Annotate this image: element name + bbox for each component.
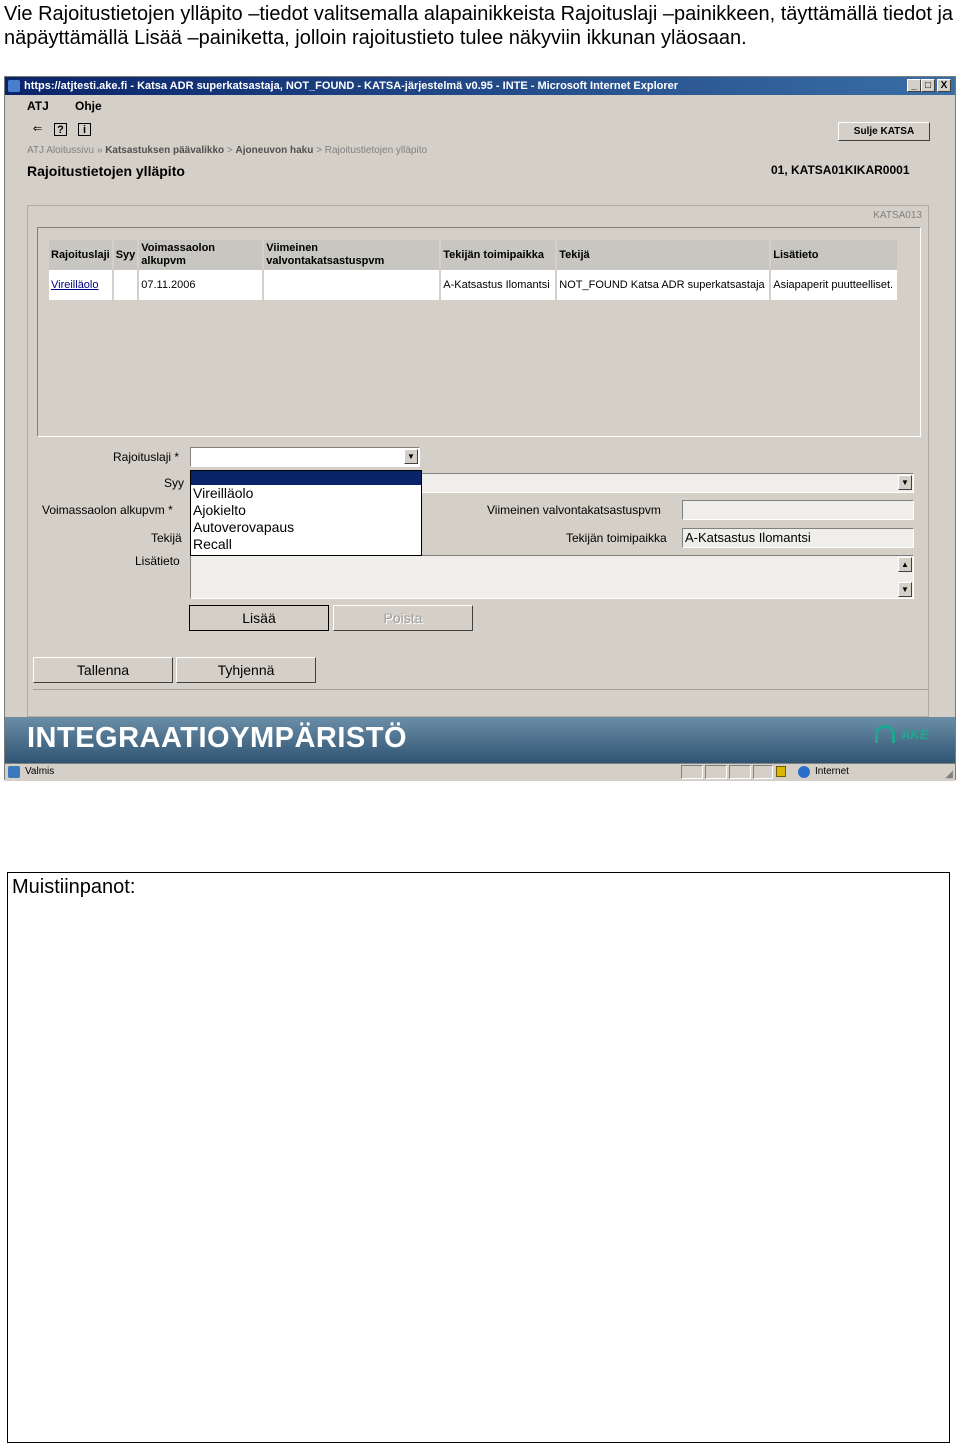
toimipaikka-label: Tekijän toimipaikka [566,531,667,545]
cell-alkupvm: 07.11.2006 [139,270,263,300]
lock-icon [776,766,786,777]
globe-icon [798,766,810,778]
cell-toimipaikka: A-Katsastus Ilomantsi [441,270,556,300]
chevron-down-icon[interactable]: ▼ [898,475,912,490]
col-header-syy: Syy [113,240,138,270]
cell-tekija: NOT_FOUND Katsa ADR superkatsastaja [557,270,770,300]
rajoituslaji-dropdown-list: Vireilläolo Ajokielto Autoverovapaus Rec… [190,470,422,556]
rajoituslaji-select[interactable]: ▼ [190,447,420,467]
cell-lisatieto: Asiapaperit puutteelliset. [771,270,898,300]
page-icon [8,766,20,778]
footer-banner: INTEGRAATIOYMPÄRISTÖ AKE [5,717,955,763]
toolbar: ⇐ ? i Sulje KATSA [5,119,955,143]
rajoituslaji-label: Rajoituslaji * [113,450,180,464]
dropdown-option-ajokielto[interactable]: Ajokielto [191,502,421,519]
menu-atj[interactable]: ATJ [27,99,49,113]
breadcrumb-separator: > [316,145,322,156]
user-info: 01, KATSA01KIKAR0001 [771,163,910,177]
poista-button[interactable]: Poista [333,605,473,631]
menu-ohje[interactable]: Ohje [75,99,102,113]
breadcrumb-item[interactable]: ATJ Aloitussivu [27,145,94,156]
back-arrow-icon[interactable]: ⇐ [31,123,44,136]
col-header-lisatieto: Lisätieto [771,240,898,270]
browser-window: https://atjtesti.ake.fi - Katsa ADR supe… [4,76,956,781]
status-bar: Valmis Internet ◢ [5,763,955,781]
zone-text: Internet [815,766,849,777]
help-icon[interactable]: ? [54,123,67,136]
ake-logo-text: AKE [901,727,929,742]
col-header-viimeinen: Viimeinen valvontakatsastuspvm [264,240,440,270]
cell-rajoituslaji[interactable]: Vireilläolo [49,270,112,300]
breadcrumb: ATJ Aloitussivu » Katsastuksen päävalikk… [27,145,427,156]
breadcrumb-item[interactable]: Katsastuksen päävalikko [105,145,224,156]
status-text: Valmis [25,766,55,777]
page-title: Rajoitustietojen ylläpito [27,163,185,179]
viimeinen-field[interactable] [682,500,914,520]
menu-bar: ATJ Ohje [5,96,955,116]
col-header-tekija: Tekijä [557,240,770,270]
instruction-text: Vie Rajoitustietojen ylläpito –tiedot va… [4,3,954,49]
breadcrumb-current: Rajoitustietojen ylläpito [324,145,428,156]
status-segment [729,765,751,779]
status-segment [705,765,727,779]
minimize-button[interactable]: _ [907,79,921,92]
table-row: Vireilläolo 07.11.2006 A-Katsastus Iloma… [49,270,898,300]
breadcrumb-item[interactable]: Ajoneuvon haku [236,145,314,156]
tekija-label: Tekijä [151,531,182,545]
dropdown-highlight-empty[interactable] [191,471,421,485]
resize-grip-icon[interactable]: ◢ [945,767,953,783]
col-header-alkupvm: Voimassaolon alkupvm [139,240,263,270]
info-icon[interactable]: i [78,123,91,136]
title-bar: https://atjtesti.ake.fi - Katsa ADR supe… [5,77,955,95]
viimeinen-label: Viimeinen valvontakatsastuspvm [487,503,661,517]
close-window-button[interactable]: X [937,79,951,92]
chevron-down-icon[interactable]: ▼ [404,449,418,464]
lisaa-button[interactable]: Lisää [189,605,329,631]
cell-syy [113,270,138,300]
ake-logo-icon [875,725,895,743]
dropdown-option-autoverovapaus[interactable]: Autoverovapaus [191,519,421,536]
breadcrumb-separator: » [96,145,103,156]
status-segment [681,765,703,779]
restrictions-table: Rajoituslaji Syy Voimassaolon alkupvm Vi… [47,240,899,300]
notes-box[interactable]: Muistiinpanot: [7,872,950,1443]
status-segment [753,765,773,779]
lisatieto-textarea[interactable]: ▲ ▼ [190,555,914,599]
alkupvm-label: Voimassaolon alkupvm * [42,503,173,517]
scroll-up-icon[interactable]: ▲ [898,557,912,572]
window-title: https://atjtesti.ake.fi - Katsa ADR supe… [24,80,679,92]
dropdown-option-recall[interactable]: Recall [191,536,421,553]
tallenna-button[interactable]: Tallenna [33,657,173,683]
syy-label: Syy [164,476,185,490]
col-header-toimipaikka: Tekijän toimipaikka [441,240,556,270]
notes-label: Muistiinpanot: [12,876,136,898]
scroll-down-icon[interactable]: ▼ [898,582,912,597]
close-katsa-button[interactable]: Sulje KATSA [838,122,930,141]
divider [33,689,929,690]
dropdown-option-vireillaolo[interactable]: Vireilläolo [191,485,421,502]
toimipaikka-field[interactable]: A-Katsastus Ilomantsi [682,528,914,548]
maximize-button[interactable]: □ [921,79,935,92]
environment-label: INTEGRAATIOYMPÄRISTÖ [27,722,408,754]
tyhjenna-button[interactable]: Tyhjennä [176,657,316,683]
ie-icon [8,80,20,92]
screen-code: KATSA013 [873,210,922,221]
rajoituslaji-link[interactable]: Vireilläolo [51,279,99,291]
cell-viimeinen [264,270,440,300]
lisatieto-label: Lisätieto [135,554,180,568]
breadcrumb-separator: > [226,145,233,156]
col-header-rajoituslaji: Rajoituslaji [49,240,112,270]
